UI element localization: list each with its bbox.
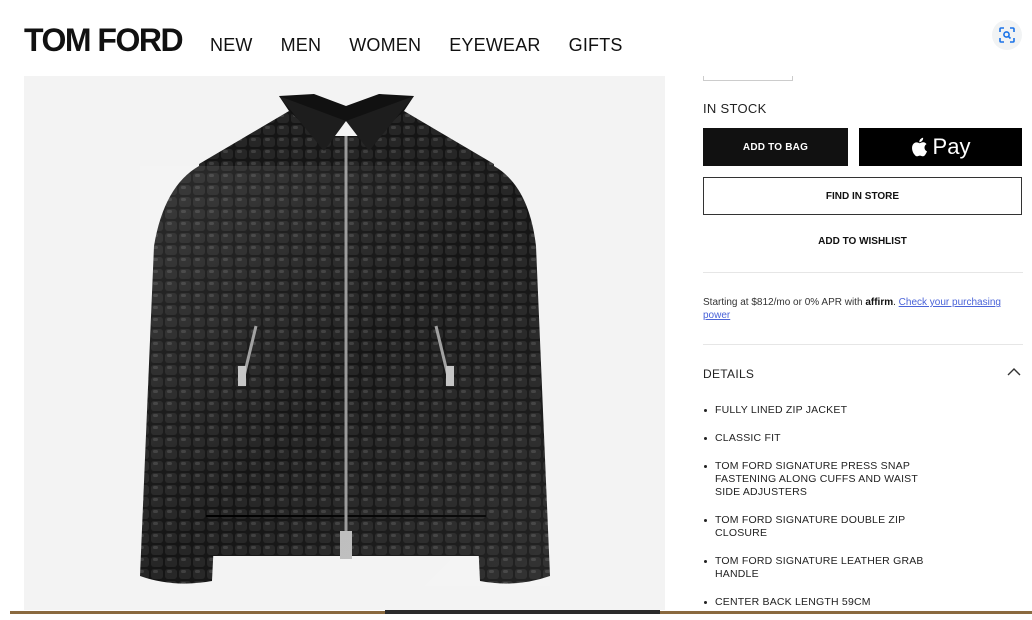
divider [703, 344, 1023, 345]
nav-item-eyewear[interactable]: EYEWEAR [449, 34, 540, 56]
site-header: TOM FORD NEW MEN WOMEN EYEWEAR GIFTS [0, 0, 1032, 76]
screenshot-search-icon [999, 27, 1015, 43]
brand-logo[interactable]: TOM FORD [24, 22, 184, 58]
purchase-panel: IN STOCK ADD TO BAG Pay FIND IN STORE AD… [703, 76, 1023, 616]
financing-message: Starting at $812/mo or 0% APR with affir… [703, 297, 1001, 321]
product-image[interactable] [24, 76, 665, 610]
list-item: FULLY LINED ZIP JACKET [703, 404, 945, 417]
nav-item-new[interactable]: NEW [210, 34, 253, 56]
main-nav: NEW MEN WOMEN EYEWEAR GIFTS [210, 34, 623, 56]
list-item: TOM FORD SIGNATURE DOUBLE ZIP CLOSURE [703, 514, 945, 540]
list-item: TOM FORD SIGNATURE LEATHER GRAB HANDLE [703, 555, 945, 581]
stock-status: IN STOCK [703, 101, 767, 116]
apple-logo-icon [911, 137, 927, 157]
find-in-store-button[interactable]: FIND IN STORE [703, 177, 1022, 215]
product-page: TOM FORD NEW MEN WOMEN EYEWEAR GIFTS IN … [0, 0, 1032, 620]
add-to-bag-button[interactable]: ADD TO BAG [703, 128, 848, 166]
nav-item-women[interactable]: WOMEN [349, 34, 421, 56]
details-list: FULLY LINED ZIP JACKET CLASSIC FIT TOM F… [703, 404, 1023, 620]
list-item: TOM FORD SIGNATURE PRESS SNAP FASTENING … [703, 460, 945, 499]
screenshot-search-button[interactable] [992, 20, 1022, 50]
chevron-up-icon[interactable] [1007, 367, 1021, 377]
apple-pay-label: Pay [932, 134, 971, 159]
affirm-logo: affirm [865, 297, 894, 308]
jacket-illustration [24, 76, 665, 610]
details-heading[interactable]: DETAILS [703, 367, 754, 381]
add-to-wishlist-link[interactable]: ADD TO WISHLIST [703, 236, 1022, 247]
nav-item-gifts[interactable]: GIFTS [569, 34, 623, 56]
nav-item-men[interactable]: MEN [281, 34, 322, 56]
quantity-selector[interactable] [703, 76, 793, 81]
apple-pay-button[interactable]: Pay [859, 128, 1022, 166]
list-item: CLASSIC FIT [703, 432, 945, 445]
list-item: CENTER BACK LENGTH 59CM [703, 596, 945, 609]
financing-text: Starting at $812/mo or 0% APR with [703, 297, 863, 308]
divider [703, 272, 1023, 273]
bottom-strip [0, 614, 1032, 620]
